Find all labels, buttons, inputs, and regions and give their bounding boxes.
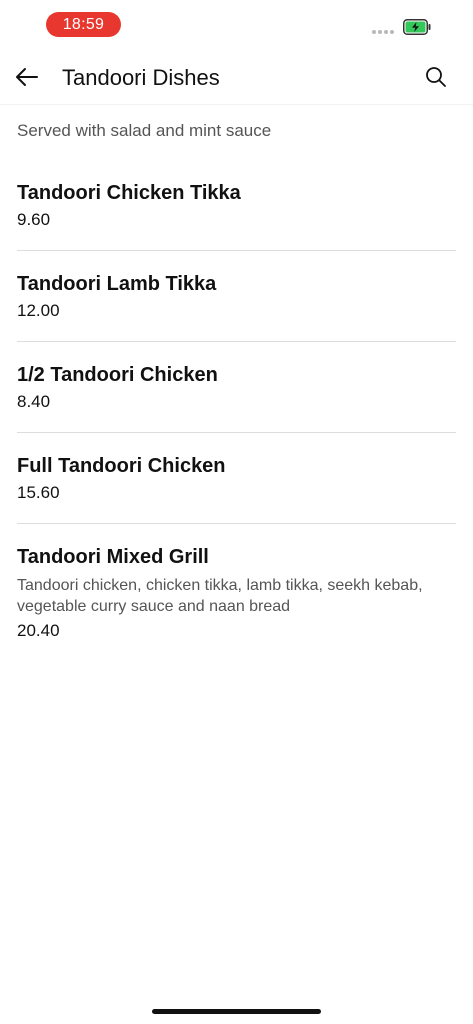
item-name: Tandoori Lamb Tikka — [17, 273, 217, 295]
signal-icon — [372, 30, 394, 34]
category-subtitle: Served with salad and mint sauce — [17, 121, 272, 140]
menu-item[interactable]: Tandoori Mixed Grill Tandoori chicken, c… — [17, 524, 456, 661]
item-name: Full Tandoori Chicken — [17, 455, 226, 477]
menu-item[interactable]: Tandoori Lamb Tikka 12.00 — [17, 251, 456, 342]
arrow-left-icon — [16, 68, 38, 86]
menu-list: Tandoori Chicken Tikka 9.60 Tandoori Lam… — [0, 160, 473, 661]
menu-item[interactable]: Full Tandoori Chicken 15.60 — [17, 433, 456, 524]
home-indicator[interactable] — [152, 1009, 321, 1014]
app-header: Tandoori Dishes — [0, 50, 473, 105]
item-name: 1/2 Tandoori Chicken — [17, 364, 218, 386]
item-price: 15.60 — [17, 483, 60, 502]
item-price: 8.40 — [17, 392, 51, 411]
page-title: Tandoori Dishes — [62, 65, 220, 90]
item-price: 20.40 — [17, 621, 60, 640]
search-button[interactable] — [422, 63, 450, 91]
item-price: 9.60 — [17, 210, 51, 229]
status-time: 18:59 — [46, 12, 121, 37]
menu-item[interactable]: Tandoori Chicken Tikka 9.60 — [17, 160, 456, 251]
item-description: Tandoori chicken, chicken tikka, lamb ti… — [17, 577, 423, 615]
item-price: 12.00 — [17, 301, 60, 320]
status-bar: 18:59 — [0, 0, 473, 50]
battery-charging-icon — [403, 19, 431, 35]
item-name: Tandoori Mixed Grill — [17, 546, 209, 568]
back-button[interactable] — [12, 62, 42, 92]
menu-item[interactable]: 1/2 Tandoori Chicken 8.40 — [17, 342, 456, 433]
search-icon — [426, 67, 446, 87]
item-name: Tandoori Chicken Tikka — [17, 182, 241, 204]
